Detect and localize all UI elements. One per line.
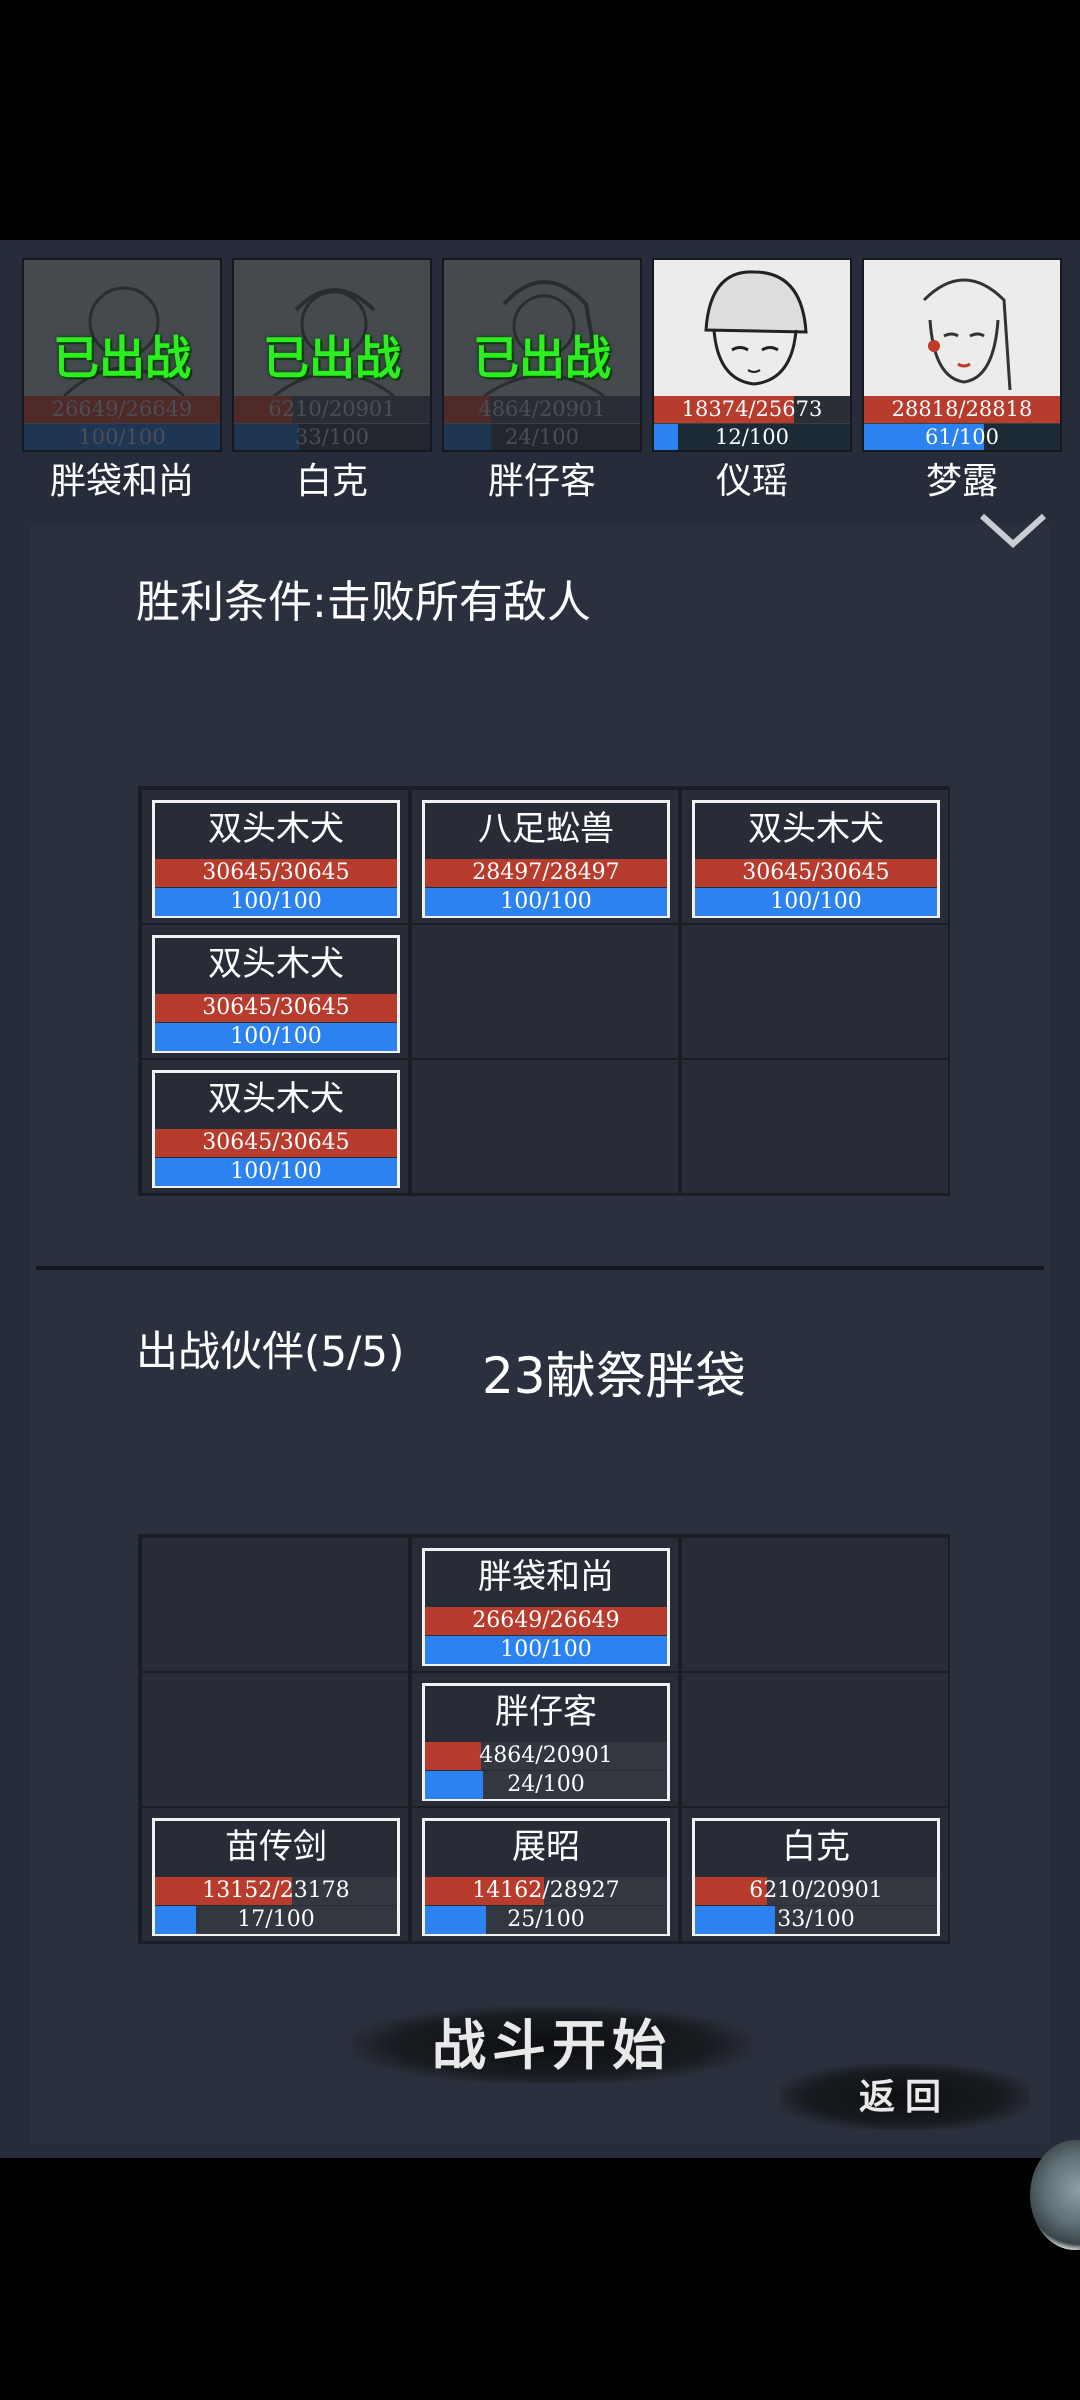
roster-name-2: 胖仔客	[487, 461, 596, 502]
unit-card[interactable]: 胖仔客 4864/20901 24/100	[422, 1683, 670, 1801]
formation-cell[interactable]	[682, 1673, 948, 1806]
enemy-formation-grid: 双头木犬 30645/30645 100/100 八足蚣兽 28497/28497 100…	[138, 786, 950, 1196]
unit-name: 双头木犬	[208, 809, 344, 849]
deployed-tag: 已出战	[473, 331, 611, 385]
hp-bar: 30645/30645	[155, 859, 397, 887]
unit-name: 胖袋和尚	[478, 1557, 614, 1597]
roster-portrait-4[interactable]: 28818/28818 61/100	[862, 258, 1062, 452]
mp-bar: 12/100	[654, 424, 850, 450]
formation-cell[interactable]	[682, 1538, 948, 1671]
hp-bar: 30645/30645	[155, 994, 397, 1022]
mp-bar: 61/100	[864, 424, 1060, 450]
mp-bar: 33/100	[234, 424, 430, 450]
formation-cell[interactable]: 双头木犬 30645/30645 100/100	[142, 790, 408, 923]
sacrifice-label: 23献祭胖袋	[482, 1347, 746, 1405]
roster-portrait-2[interactable]: 已出战 4864/20901 24/100	[442, 258, 642, 452]
unit-name: 胖仔客	[495, 1692, 597, 1732]
formation-cell[interactable]: 苗传剑 13152/23178 17/100	[142, 1808, 408, 1941]
unit-card[interactable]: 双头木犬 30645/30645 100/100	[152, 935, 400, 1053]
mp-bar: 100/100	[155, 1023, 397, 1051]
formation-cell[interactable]	[682, 925, 948, 1058]
ally-formation-grid: 胖袋和尚 26649/26649 100/100 胖仔客 4864/20901 24/10…	[138, 1534, 950, 1944]
unit-card[interactable]: 八足蚣兽 28497/28497 100/100	[422, 800, 670, 918]
victory-condition: 胜利条件:击败所有敌人	[136, 577, 591, 628]
hp-bar: 4864/20901	[425, 1742, 667, 1770]
formation-cell[interactable]: 双头木犬 30645/30645 100/100	[142, 1060, 408, 1193]
hp-bar: 26649/26649	[425, 1607, 667, 1635]
mp-bar: 100/100	[425, 888, 667, 916]
hp-bar: 28497/28497	[425, 859, 667, 887]
mp-bar: 24/100	[444, 424, 640, 450]
hp-bar: 28818/28818	[864, 396, 1060, 423]
portrait-image	[864, 260, 1060, 396]
hp-bar: 13152/23178	[155, 1877, 397, 1905]
mp-bar: 33/100	[695, 1906, 937, 1934]
deployed-tag: 已出战	[263, 331, 401, 385]
hp-bar: 26649/26649	[24, 396, 220, 423]
unit-name: 双头木犬	[208, 944, 344, 984]
hp-bar: 6210/20901	[695, 1877, 937, 1905]
deployed-tag: 已出战	[53, 331, 191, 385]
hp-bar: 18374/25673	[654, 396, 850, 423]
mp-bar: 100/100	[155, 1158, 397, 1186]
formation-cell[interactable]	[142, 1673, 408, 1806]
hp-bar: 6210/20901	[234, 396, 430, 423]
formation-cell[interactable]: 白克 6210/20901 33/100	[682, 1808, 948, 1941]
section-divider	[36, 1266, 1044, 1270]
unit-card[interactable]: 双头木犬 30645/30645 100/100	[152, 1070, 400, 1188]
start-battle-button[interactable]: 战斗开始	[352, 2006, 752, 2084]
roster-portrait-3[interactable]: 18374/25673 12/100	[652, 258, 852, 452]
formation-cell[interactable]	[142, 1538, 408, 1671]
unit-name: 八足蚣兽	[478, 809, 614, 849]
unit-name: 白克	[782, 1827, 850, 1867]
hp-bar: 14162/28927	[425, 1877, 667, 1905]
formation-cell[interactable]	[412, 1060, 678, 1193]
roster-name-0: 胖袋和尚	[49, 461, 194, 502]
unit-name: 双头木犬	[748, 809, 884, 849]
unit-card[interactable]: 白克 6210/20901 33/100	[692, 1818, 940, 1936]
unit-name: 双头木犬	[208, 1079, 344, 1119]
unit-name: 苗传剑	[225, 1827, 327, 1867]
mp-bar: 100/100	[695, 888, 937, 916]
formation-cell[interactable]: 双头木犬 30645/30645 100/100	[682, 790, 948, 923]
chevron-down-icon[interactable]	[978, 510, 1048, 550]
back-button[interactable]: 返回	[780, 2064, 1030, 2130]
unit-card[interactable]: 双头木犬 30645/30645 100/100	[152, 800, 400, 918]
formation-cell[interactable]	[682, 1060, 948, 1193]
mp-bar: 100/100	[155, 888, 397, 916]
mp-bar: 100/100	[425, 1636, 667, 1664]
party-count-label: 出战伙伴(5/5)	[136, 1327, 405, 1376]
hp-bar: 30645/30645	[155, 1129, 397, 1157]
formation-cell[interactable]: 双头木犬 30645/30645 100/100	[142, 925, 408, 1058]
formation-cell[interactable]: 展昭 14162/28927 25/100	[412, 1808, 678, 1941]
formation-cell[interactable]	[412, 925, 678, 1058]
unit-card[interactable]: 展昭 14162/28927 25/100	[422, 1818, 670, 1936]
unit-card[interactable]: 双头木犬 30645/30645 100/100	[692, 800, 940, 918]
roster-name-4: 梦露	[925, 461, 998, 502]
hp-bar: 4864/20901	[444, 396, 640, 423]
roster-name-3: 仪瑶	[715, 461, 788, 502]
mp-bar: 25/100	[425, 1906, 667, 1934]
formation-cell[interactable]: 胖袋和尚 26649/26649 100/100	[412, 1538, 678, 1671]
roster-portrait-1[interactable]: 已出战 6210/20901 33/100	[232, 258, 432, 452]
unit-card[interactable]: 胖袋和尚 26649/26649 100/100	[422, 1548, 670, 1666]
unit-name: 展昭	[512, 1827, 580, 1867]
roster-portrait-0[interactable]: 已出战 26649/26649 100/100	[22, 258, 222, 452]
formation-cell[interactable]: 胖仔客 4864/20901 24/100	[412, 1673, 678, 1806]
unit-card[interactable]: 苗传剑 13152/23178 17/100	[152, 1818, 400, 1936]
mp-bar: 24/100	[425, 1771, 667, 1799]
roster-name-1: 白克	[295, 461, 368, 502]
hp-bar: 30645/30645	[695, 859, 937, 887]
portrait-image	[654, 260, 850, 396]
mp-bar: 17/100	[155, 1906, 397, 1934]
mp-bar: 100/100	[24, 424, 220, 450]
formation-cell[interactable]: 八足蚣兽 28497/28497 100/100	[412, 790, 678, 923]
